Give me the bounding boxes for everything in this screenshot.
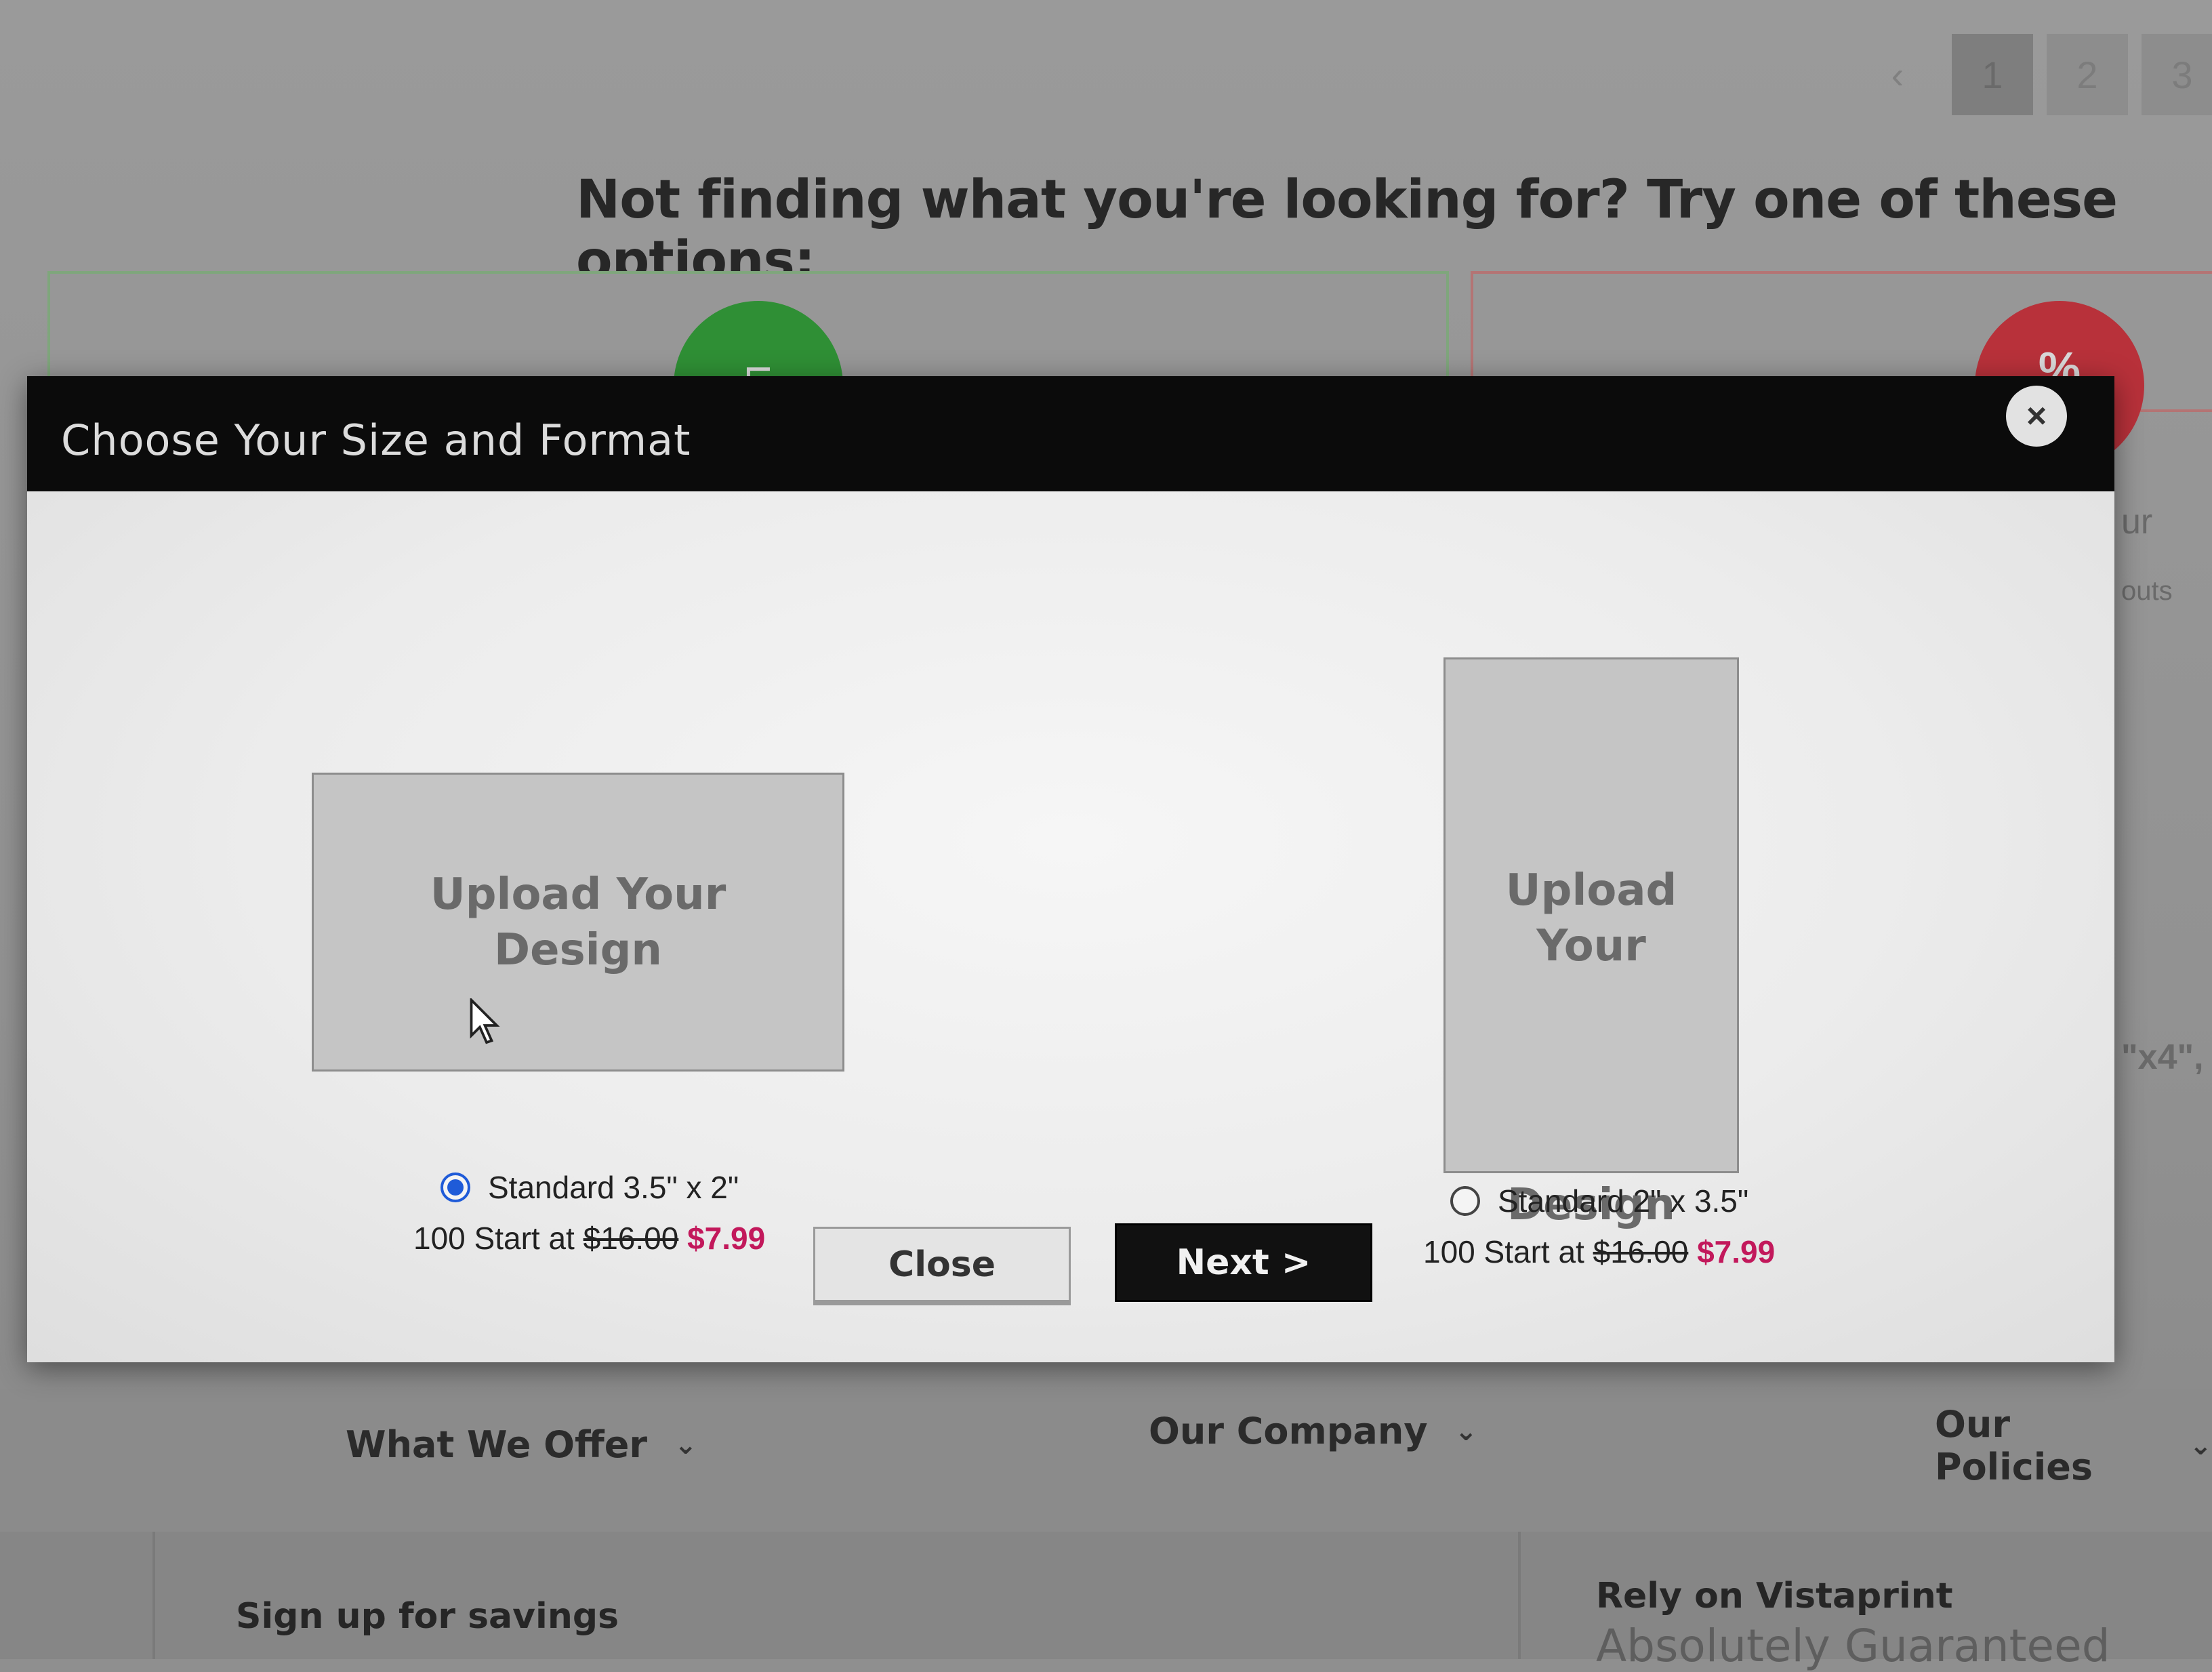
footer-menu-label: Our Policies <box>1935 1403 2093 1488</box>
footer-menu-our-company[interactable]: Our Company ⌄ <box>1149 1410 1477 1452</box>
upload-design-landscape[interactable]: Upload Your Design <box>312 773 844 1072</box>
price-line-portrait: 100 Start at $16.00 $7.99 <box>1423 1233 1775 1270</box>
pagination-prev[interactable]: ‹ <box>1857 34 1938 115</box>
upload-label-line1: Upload Your <box>1505 865 1677 971</box>
footer-divider <box>1518 1532 1521 1659</box>
modal-title: Choose Your Size and Format <box>61 415 691 465</box>
modal-body: Upload Your Design Standard 3.5" x 2" 10… <box>27 491 2114 1362</box>
close-icon[interactable]: × <box>2006 386 2067 447</box>
modal-header: Choose Your Size and Format × <box>27 376 2114 491</box>
price-prefix: 100 Start at <box>1423 1234 1584 1269</box>
side-text-fragment-1: ur <box>2121 502 2153 542</box>
mouse-cursor-icon <box>470 998 500 1044</box>
side-text-fragment-2: outs <box>2121 576 2173 606</box>
chevron-down-icon: ⌄ <box>674 1429 697 1461</box>
footer-menu-label: What We Offer <box>346 1423 648 1466</box>
size-label: Standard 3.5" x 2" <box>488 1170 739 1205</box>
price-original: $16.00 <box>1593 1234 1689 1269</box>
radio-landscape[interactable] <box>441 1173 470 1202</box>
chevron-down-icon: ⌄ <box>1454 1415 1478 1447</box>
price-sale: $7.99 <box>687 1221 766 1256</box>
size-label: Standard 2" x 3.5" <box>1498 1183 1749 1219</box>
price-line-landscape: 100 Start at $16.00 $7.99 <box>413 1220 765 1257</box>
footer-menu-what-we-offer[interactable]: What We Offer ⌄ <box>346 1423 697 1466</box>
size-option-landscape[interactable]: Standard 3.5" x 2" <box>441 1169 739 1206</box>
rely-on-vistaprint-heading: Rely on Vistaprint <box>1596 1576 1953 1616</box>
footer-divider <box>152 1532 155 1659</box>
signup-savings-heading: Sign up for savings <box>236 1596 619 1637</box>
footer-menu-label: Our Company <box>1149 1410 1428 1452</box>
footer-menu-our-policies[interactable]: Our Policies ⌄ <box>1935 1403 2212 1488</box>
rely-subheading: Absolutely Guaranteed <box>1596 1620 2110 1672</box>
pagination-page-3[interactable]: 3 <box>2142 34 2212 115</box>
price-original: $16.00 <box>583 1221 679 1256</box>
chevron-down-icon: ⌄ <box>2189 1430 2212 1461</box>
close-button[interactable]: Close <box>813 1227 1071 1305</box>
upload-design-portrait[interactable]: Upload Your Design <box>1443 657 1739 1230</box>
price-prefix: 100 Start at <box>413 1221 575 1256</box>
pagination-page-1[interactable]: 1 <box>1952 34 2033 115</box>
upload-label-line2: Design <box>494 924 662 975</box>
footer-menu-bar: What We Offer ⌄ Our Company ⌄ Our Polici… <box>0 1389 2212 1532</box>
pagination-page-2[interactable]: 2 <box>2047 34 2128 115</box>
price-sale: $7.99 <box>1697 1234 1776 1269</box>
upload-label-line1: Upload Your <box>430 869 726 920</box>
radio-portrait[interactable] <box>1450 1186 1480 1216</box>
next-button[interactable]: Next > <box>1115 1223 1372 1302</box>
size-format-modal: Choose Your Size and Format × Upload You… <box>27 376 2114 1362</box>
footer-lower-section: Sign up for savings Rely on Vistaprint A… <box>0 1532 2212 1672</box>
size-option-portrait[interactable]: Standard 2" x 3.5" <box>1450 1183 1748 1219</box>
side-text-fragment-3: "x4", <box>2121 1038 2204 1077</box>
pagination: ‹ 1 2 3 <box>1857 34 2212 115</box>
